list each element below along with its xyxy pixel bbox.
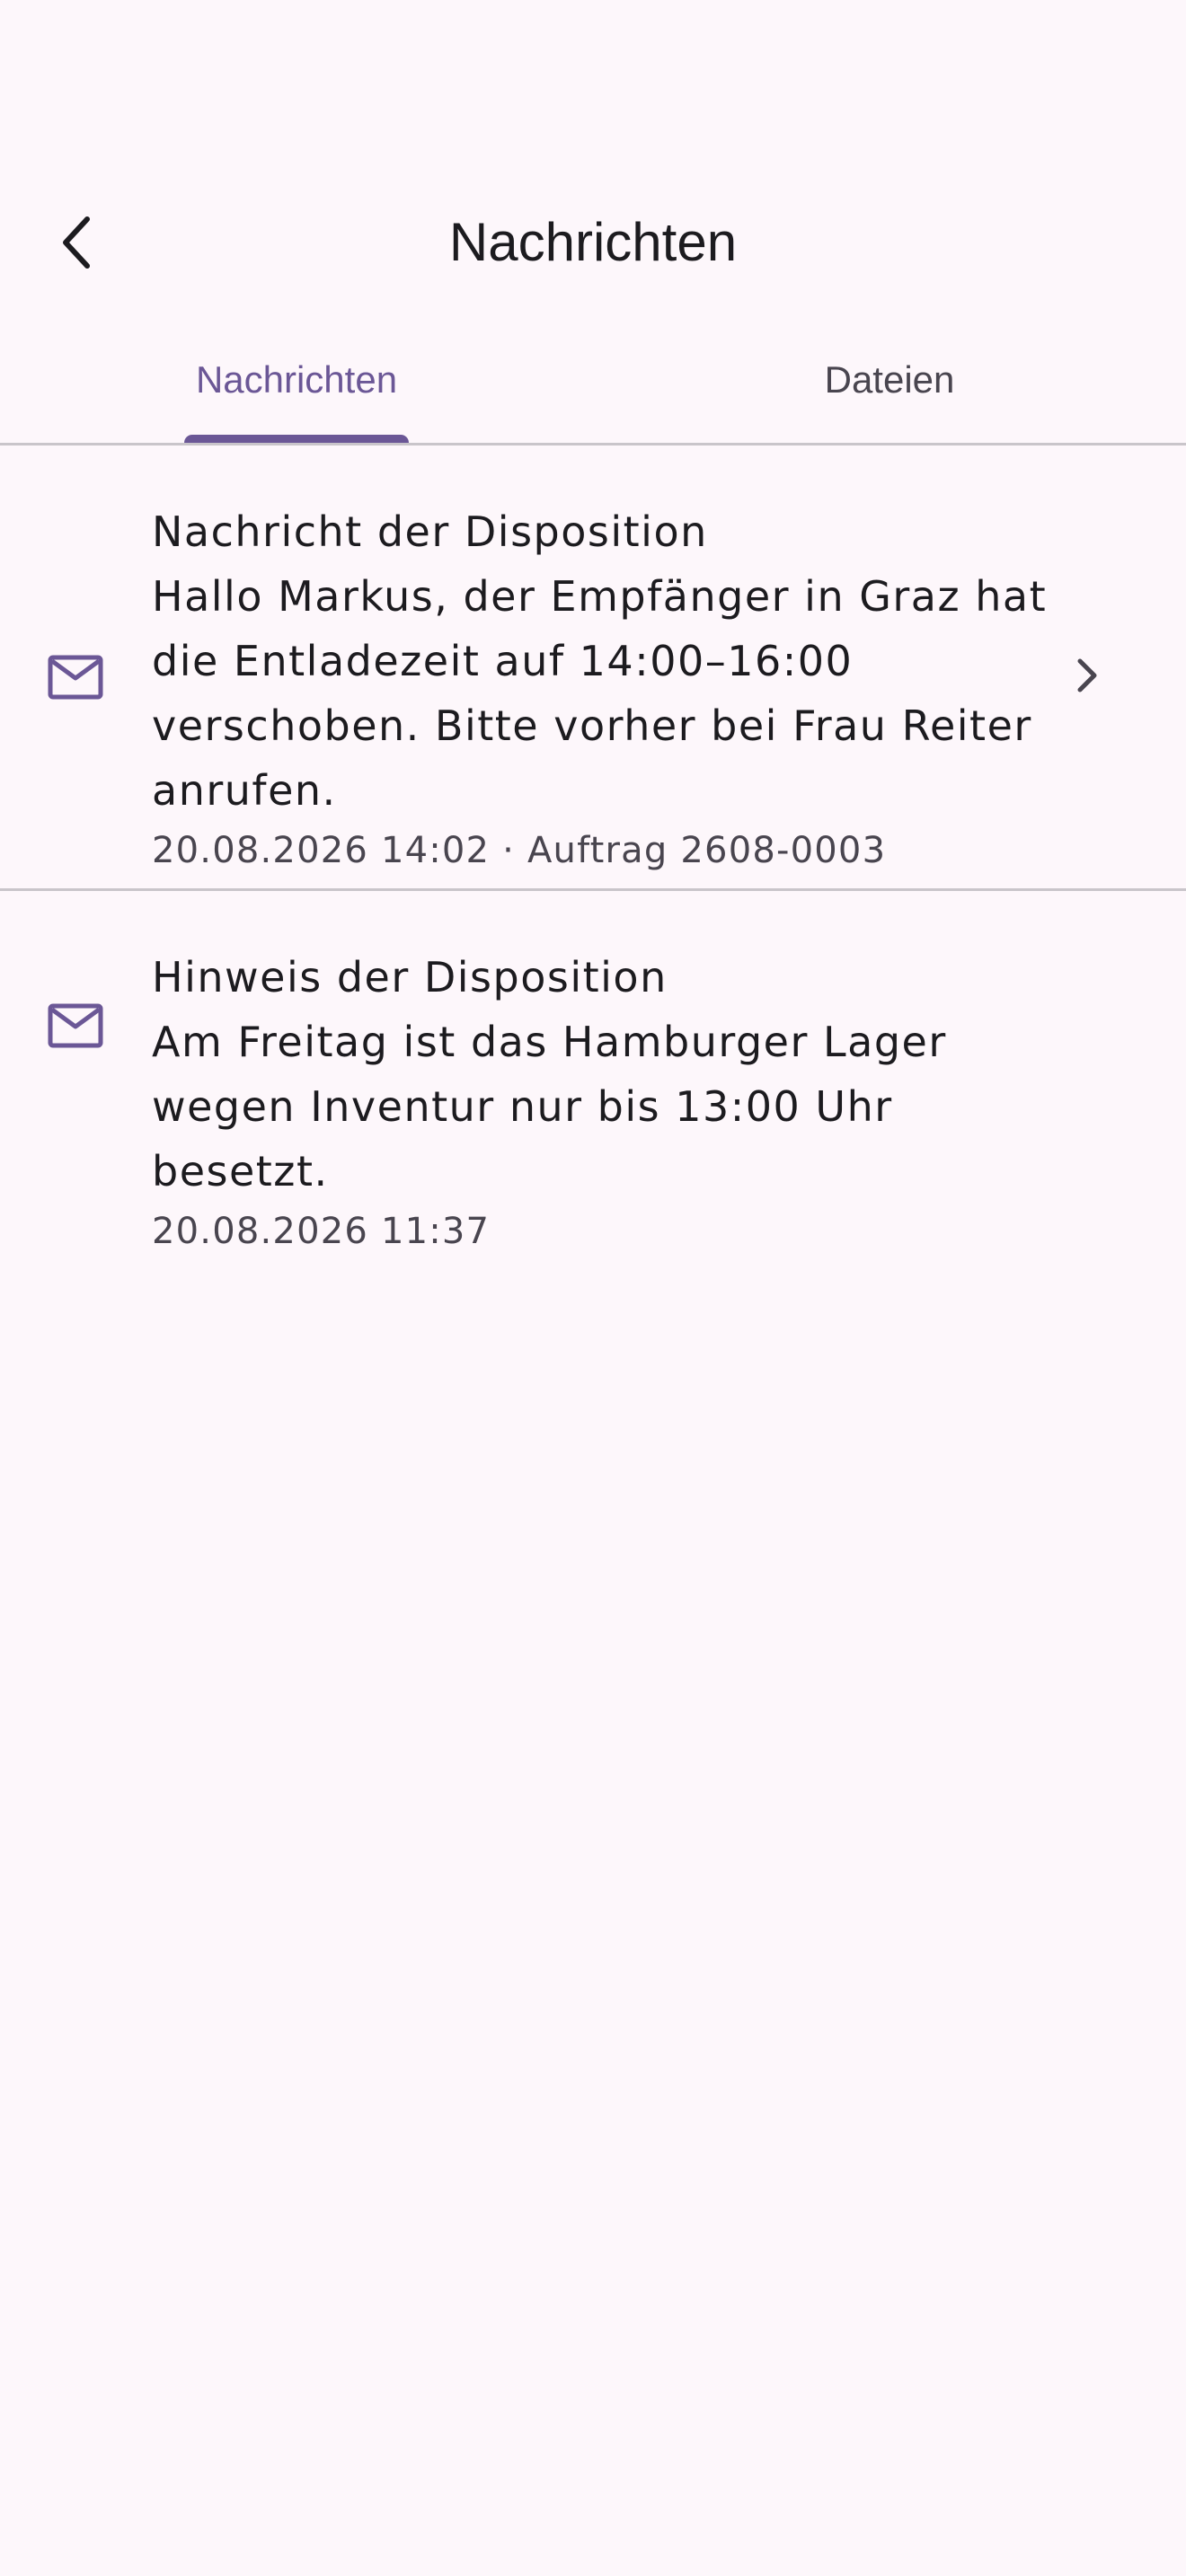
active-tab-indicator	[184, 435, 409, 443]
mail-icon	[48, 655, 103, 700]
top-app-bar: Nachrichten	[0, 0, 1186, 305]
tab-dateien[interactable]: Dateien	[593, 332, 1186, 443]
tab-bar: Nachrichten Dateien	[0, 332, 1186, 446]
chevron-right-icon	[1077, 658, 1097, 693]
message-body: Hallo Markus, der Empfänger in Graz hat …	[152, 572, 1048, 815]
message-title: Hinweis der Disposition	[152, 953, 668, 1001]
message-title: Nachricht der Disposition	[152, 507, 708, 556]
tab-nachrichten[interactable]: Nachrichten	[0, 332, 593, 443]
message-list: Nachricht der Disposition Hallo Markus, …	[0, 446, 1186, 1286]
tab-label: Dateien	[824, 358, 955, 401]
mail-icon	[48, 1003, 103, 1048]
message-meta: 20.08.2026 11:37	[152, 1211, 491, 1252]
message-meta: 20.08.2026 14:02 · Auftrag 2608-0003	[152, 830, 887, 871]
message-item[interactable]: Hinweis der Disposition Am Freitag ist d…	[0, 891, 1186, 1286]
message-body: Am Freitag ist das Hamburger Lager wegen…	[152, 1018, 947, 1195]
page-title: Nachrichten	[448, 212, 738, 272]
message-item[interactable]: Nachricht der Disposition Hallo Markus, …	[0, 446, 1186, 888]
tab-label: Nachrichten	[195, 358, 398, 401]
